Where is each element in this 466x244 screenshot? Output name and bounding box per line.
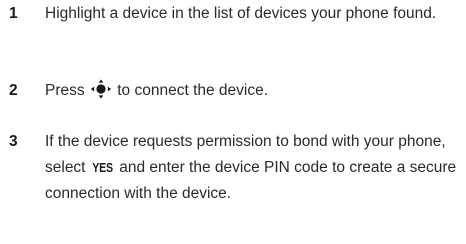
step-1: 1 Highlight a device in the list of devi…	[0, 1, 460, 27]
step-text-before: Press	[45, 82, 85, 99]
step-text: Highlight a device in the list of device…	[45, 1, 460, 27]
step-3: 3 If the device requests permission to b…	[0, 129, 460, 207]
step-text-after: to connect the device.	[117, 82, 269, 99]
step-number: 2	[9, 82, 18, 99]
yes-softkey-label: YES	[92, 160, 113, 175]
step-text-content: Highlight a device in the list of device…	[45, 5, 437, 22]
step-number: 1	[9, 5, 18, 22]
step-text: Press to connect the device.	[45, 78, 460, 104]
step-text: If the device requests permission to bon…	[45, 129, 460, 207]
step-number: 3	[9, 133, 18, 150]
navigation-key-center-icon	[90, 79, 112, 99]
step-2: 2 Press to connect the device.	[0, 78, 460, 104]
